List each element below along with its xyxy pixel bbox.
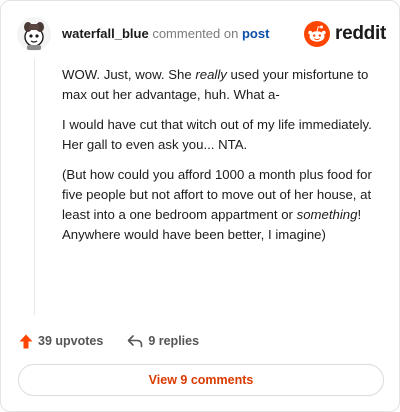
replies-button[interactable]: 9 replies bbox=[127, 334, 199, 348]
comment-header: waterfall_blue commented on post reddit bbox=[16, 16, 386, 52]
view-comments-label: View 9 comments bbox=[148, 373, 254, 387]
upvote-button[interactable]: 39 upvotes bbox=[19, 334, 103, 349]
avatar[interactable] bbox=[16, 16, 52, 52]
reply-count: 9 replies bbox=[148, 334, 200, 348]
thread-line bbox=[34, 59, 35, 315]
reply-arrow-icon bbox=[128, 335, 143, 348]
byline: waterfall_blue commented on post bbox=[62, 26, 269, 42]
comment-actions: 39 upvotes 9 replies bbox=[19, 331, 223, 351]
comment-paragraph-3: (But how could you afford 1000 a month p… bbox=[62, 167, 372, 242]
comment-body: WOW. Just, wow. She really used your mis… bbox=[62, 65, 382, 255]
emphasis-something: something bbox=[296, 207, 358, 222]
action-text: commented on bbox=[152, 26, 239, 41]
comment-paragraph-2: I would have cut that witch out of my li… bbox=[62, 117, 372, 152]
emphasis-really: really bbox=[195, 67, 227, 82]
comment-paragraph-1: WOW. Just, wow. She really used your mis… bbox=[62, 67, 369, 102]
upvote-arrow-icon bbox=[19, 334, 33, 348]
username-link[interactable]: waterfall_blue bbox=[62, 26, 149, 41]
reddit-brand[interactable]: reddit bbox=[304, 20, 386, 48]
post-link[interactable]: post bbox=[242, 26, 269, 41]
comment-card: waterfall_blue commented on post reddit … bbox=[0, 0, 400, 412]
brand-wordmark: reddit bbox=[335, 23, 386, 44]
reddit-snoo-icon bbox=[304, 21, 331, 47]
upvote-count: 39 upvotes bbox=[38, 334, 104, 348]
view-comments-button[interactable]: View 9 comments bbox=[18, 364, 384, 396]
